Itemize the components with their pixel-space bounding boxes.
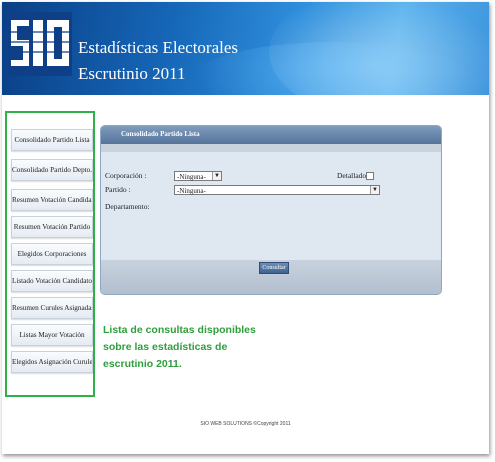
sidebar-item-resumen-curules-asignadas[interactable]: Resumen Curules Asignadas <box>11 297 93 319</box>
query-form: Corporación : -Ninguna- ▼ Detallado : Pa… <box>101 152 441 260</box>
footer-copyright: SIO WEB SOLUTIONS ©Copyright 2011 <box>200 421 291 427</box>
sidebar-item-resumen-votacion-candidatos[interactable]: Resumen Votación Candidatos <box>11 189 93 211</box>
page-frame: Estadísticas Electorales Escrutinio 2011… <box>2 2 489 454</box>
sidebar-item-listado-votacion-candidatos[interactable]: Listado Votación Candidatos <box>11 270 93 292</box>
sidebar-item-elegidos-corporaciones[interactable]: Elegidos Corporaciones <box>11 243 93 265</box>
corporacion-label: Corporación : <box>105 171 147 180</box>
header-title: Estadísticas Electorales <box>78 38 239 57</box>
sidebar-item-consolidado-partido-lista[interactable]: Consolidado Partido Lista <box>11 129 93 151</box>
info-text: Lista de consultas disponibles sobre las… <box>103 322 263 373</box>
sio-logo <box>8 12 72 76</box>
corporacion-select[interactable]: -Ninguna- ▼ <box>174 171 222 181</box>
detallado-checkbox[interactable] <box>366 172 374 180</box>
sidebar-item-resumen-votacion-partido[interactable]: Resumen Votación Partido <box>11 216 93 238</box>
panel-strip <box>101 144 441 152</box>
header-subtitle: Escrutinio 2011 <box>78 64 186 83</box>
panel-header: Consolidado Partido Lista <box>101 126 441 144</box>
info-line-1: Lista de consultas disponibles <box>103 324 256 336</box>
chevron-down-icon: ▼ <box>370 186 379 194</box>
departamento-label: Departamento: <box>105 202 150 211</box>
sidebar-item-listas-mayor-votacion[interactable]: Listas Mayor Votación <box>11 324 93 346</box>
header-banner: Estadísticas Electorales Escrutinio 2011 <box>2 2 489 95</box>
sidebar-item-consolidado-partido-depto[interactable]: Consolidado Partido Depto. <box>11 159 93 181</box>
chevron-down-icon: ▼ <box>212 172 221 180</box>
partido-value: -Ninguna- <box>177 187 206 195</box>
info-line-3: escrutinio 2011. <box>103 358 182 370</box>
consultar-button[interactable]: Consultar <box>259 262 289 274</box>
sidebar-menu: Consolidado Partido Lista Consolidado Pa… <box>5 111 95 397</box>
panel-title: Consolidado Partido Lista <box>121 130 200 138</box>
query-panel: Consolidado Partido Lista Corporación : … <box>100 125 442 295</box>
info-line-2: sobre las estadísticas de <box>103 341 228 353</box>
corporacion-value: -Ninguna- <box>177 173 206 181</box>
partido-label: Partido : <box>105 185 131 194</box>
sidebar-item-elegidos-asignacion-curules[interactable]: Elegidos Asignación Curules <box>11 351 93 373</box>
partido-select[interactable]: -Ninguna- ▼ <box>174 185 380 195</box>
